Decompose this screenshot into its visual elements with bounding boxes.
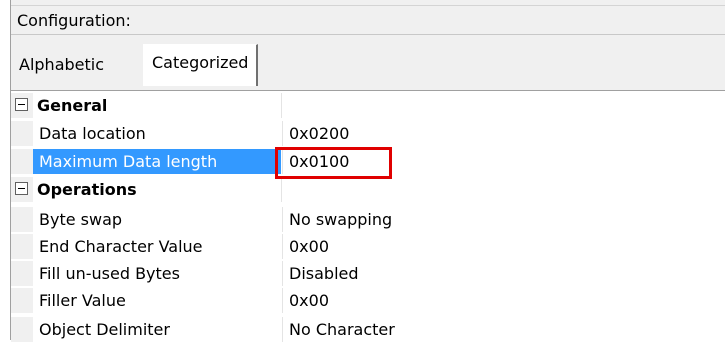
configuration-title: Configuration: bbox=[17, 11, 131, 30]
property-row-selected[interactable]: Maximum Data length 0x0100 bbox=[11, 149, 725, 174]
category-label: Operations bbox=[37, 180, 137, 199]
collapse-icon[interactable] bbox=[15, 98, 28, 111]
category-fill bbox=[281, 177, 725, 202]
property-row[interactable]: Data location 0x0200 bbox=[11, 121, 725, 146]
property-row[interactable]: Filler Value 0x00 bbox=[11, 288, 725, 313]
row-gutter bbox=[11, 177, 33, 202]
property-value[interactable]: No Character bbox=[282, 317, 725, 342]
property-value[interactable]: 0x00 bbox=[282, 234, 725, 259]
property-name: Filler Value bbox=[39, 291, 126, 310]
tab-categorized[interactable]: Categorized bbox=[143, 44, 259, 86]
property-value[interactable]: 0x0200 bbox=[282, 121, 725, 146]
property-row[interactable]: Object Delimiter No Character bbox=[11, 317, 725, 342]
row-gutter bbox=[11, 93, 33, 118]
category-row-operations[interactable]: Operations bbox=[11, 177, 725, 202]
property-row[interactable]: Byte swap No swapping bbox=[11, 207, 725, 232]
row-gutter bbox=[11, 234, 33, 259]
property-name: Object Delimiter bbox=[39, 320, 170, 339]
property-value[interactable]: Disabled bbox=[282, 261, 725, 286]
property-row[interactable]: End Character Value 0x00 bbox=[11, 234, 725, 259]
tab-alphabetic[interactable]: Alphabetic bbox=[13, 48, 110, 84]
property-name: Byte swap bbox=[39, 210, 123, 229]
tab-bar: Alphabetic Categorized bbox=[11, 35, 725, 87]
property-value[interactable]: No swapping bbox=[282, 207, 725, 232]
row-gutter bbox=[11, 149, 33, 174]
row-gutter bbox=[11, 121, 33, 146]
property-row[interactable]: Fill un-used Bytes Disabled bbox=[11, 261, 725, 286]
property-name: Maximum Data length bbox=[33, 149, 281, 174]
property-name: Data location bbox=[39, 124, 146, 143]
category-row-general[interactable]: General bbox=[11, 93, 725, 118]
category-fill bbox=[281, 93, 725, 118]
configuration-header: Configuration: bbox=[11, 5, 725, 35]
row-gutter bbox=[11, 261, 33, 286]
row-gutter bbox=[11, 317, 33, 342]
property-grid: General Data location 0x0200 Maximum Dat… bbox=[11, 90, 725, 342]
collapse-icon[interactable] bbox=[15, 182, 28, 195]
property-value[interactable]: 0x00 bbox=[282, 288, 725, 313]
row-gutter bbox=[11, 288, 33, 313]
property-name: End Character Value bbox=[39, 237, 203, 256]
category-label: General bbox=[37, 96, 108, 115]
row-gutter bbox=[11, 207, 33, 232]
property-name: Fill un-used Bytes bbox=[39, 264, 180, 283]
property-value[interactable]: 0x0100 bbox=[282, 149, 725, 174]
property-panel: Configuration: Alphabetic Categorized Ge… bbox=[10, 0, 725, 342]
